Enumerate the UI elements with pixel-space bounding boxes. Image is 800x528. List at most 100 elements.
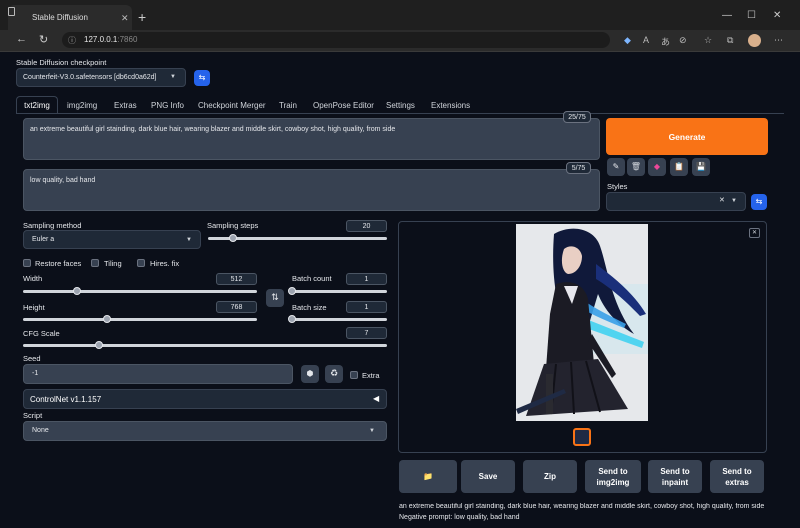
batch-size-slider[interactable] xyxy=(292,318,387,321)
collapse-icon[interactable]: ◀ xyxy=(373,394,379,403)
reload-button[interactable]: ↻ xyxy=(39,33,48,46)
tracking-icon[interactable]: ⊘ xyxy=(679,35,687,46)
tab-title: Stable Diffusion xyxy=(32,13,88,22)
height-slider[interactable] xyxy=(23,318,257,321)
tab-img2img[interactable]: img2img xyxy=(67,101,97,110)
prompt-input[interactable]: an extreme beautiful girl stainding, dar… xyxy=(23,118,600,160)
checkpoint-value: Counterfeit-V3.0.safetensors [db6cd0a62d… xyxy=(23,74,157,81)
close-preview-icon[interactable]: ✕ xyxy=(749,228,760,238)
sampling-method-value: Euler a xyxy=(32,236,55,243)
tab-checkpoint-merger[interactable]: Checkpoint Merger xyxy=(198,101,266,110)
batch-count-slider[interactable] xyxy=(292,290,387,293)
hires-fix-checkbox[interactable] xyxy=(137,259,145,267)
gallery-thumbnail[interactable] xyxy=(573,428,591,446)
send-to-inpaint-button[interactable]: Send to inpaint xyxy=(648,460,702,493)
tab-extensions[interactable]: Extensions xyxy=(431,101,470,110)
negative-token-counter: 5/75 xyxy=(566,162,591,174)
generated-image[interactable] xyxy=(516,224,648,421)
open-folder-button[interactable]: 📁 xyxy=(399,460,457,493)
maximize-button[interactable]: ☐ xyxy=(747,10,756,21)
refresh-checkpoint-button[interactable]: ⇆ xyxy=(194,70,210,86)
width-slider[interactable] xyxy=(23,290,257,293)
url-bar[interactable]: 127.0.0.1:7860 xyxy=(62,32,610,48)
refresh-styles-button[interactable]: ⇆ xyxy=(751,194,767,210)
favorites-icon[interactable]: ☆ xyxy=(704,35,712,46)
height-input[interactable]: 768 xyxy=(216,301,257,313)
generation-info-negative: Negative prompt: low quality, bad hand xyxy=(399,514,520,521)
close-window-button[interactable]: ✕ xyxy=(773,10,781,21)
zip-button[interactable]: Zip xyxy=(523,460,577,493)
send-to-img2img-button[interactable]: Send to img2img xyxy=(585,460,641,493)
tab-train[interactable]: Train xyxy=(279,101,297,110)
send-to-extras-button[interactable]: Send to extras xyxy=(710,460,764,493)
batch-count-input[interactable]: 1 xyxy=(346,273,387,285)
tab-extras[interactable]: Extras xyxy=(114,101,137,110)
chevron-down-icon: ▼ xyxy=(731,198,737,204)
controlnet-label: ControlNet v1.1.157 xyxy=(30,395,102,404)
width-label: Width xyxy=(23,274,43,283)
negative-prompt-input[interactable]: low quality, bad hand xyxy=(23,169,600,211)
tabs-divider xyxy=(16,113,784,114)
height-label: Height xyxy=(23,303,45,312)
browser-tab[interactable]: Stable Diffusion xyxy=(8,5,132,30)
back-button[interactable]: ← xyxy=(16,33,27,45)
checkpoint-label: Stable Diffusion checkpoint xyxy=(16,58,107,67)
translate-icon[interactable]: あ xyxy=(661,35,670,48)
tab-settings[interactable]: Settings xyxy=(386,101,415,110)
chevron-down-icon: ▼ xyxy=(186,237,192,243)
more-icon[interactable]: ⋯ xyxy=(774,35,783,46)
dice-icon[interactable]: ⬢ xyxy=(301,365,319,383)
tab-txt2img[interactable]: txt2img xyxy=(16,96,58,114)
url-host: 127.0.0.1 xyxy=(84,35,118,44)
seed-input[interactable]: -1 xyxy=(23,364,293,384)
extra-networks-icon[interactable]: ◆ xyxy=(648,158,666,176)
tab-close-icon[interactable]: ✕ xyxy=(121,13,129,24)
clipboard-icon[interactable]: 📋 xyxy=(670,158,688,176)
collections-icon[interactable]: ⧉ xyxy=(727,35,733,46)
checkpoint-select[interactable]: Counterfeit-V3.0.safetensors [db6cd0a62d… xyxy=(16,68,186,87)
extension-icon[interactable]: ◆ xyxy=(624,35,631,46)
height-handle[interactable] xyxy=(103,315,112,323)
cfg-scale-input[interactable]: 7 xyxy=(346,327,387,339)
avatar[interactable] xyxy=(748,34,761,47)
cfg-scale-slider[interactable] xyxy=(23,344,387,347)
trash-icon[interactable]: 🗑 xyxy=(627,158,645,176)
site-info-icon[interactable]: ⓘ xyxy=(68,35,76,46)
sampling-steps-label: Sampling steps xyxy=(207,221,259,230)
cfg-scale-label: CFG Scale xyxy=(23,329,60,338)
batch-size-input[interactable]: 1 xyxy=(346,301,387,313)
generate-button[interactable]: Generate xyxy=(606,118,768,155)
prompt-text: an extreme beautiful girl stainding, dar… xyxy=(30,126,396,133)
width-handle[interactable] xyxy=(72,287,81,295)
sampling-method-select[interactable]: Euler a xyxy=(23,230,201,249)
restore-faces-checkbox[interactable] xyxy=(23,259,31,267)
tiling-checkbox[interactable] xyxy=(91,259,99,267)
negative-prompt-text: low quality, bad hand xyxy=(30,177,96,184)
cfg-scale-handle[interactable] xyxy=(95,341,104,349)
pencil-icon[interactable]: ✎ xyxy=(607,158,625,176)
sampling-steps-input[interactable]: 20 xyxy=(346,220,387,232)
script-select[interactable]: None xyxy=(23,421,387,441)
clear-styles-icon[interactable]: ✕ xyxy=(719,196,725,204)
tab-openpose-editor[interactable]: OpenPose Editor xyxy=(313,101,374,110)
script-label: Script xyxy=(23,411,43,420)
sampling-steps-handle[interactable] xyxy=(229,234,238,242)
extra-seed-checkbox[interactable] xyxy=(350,371,358,379)
tab-png-info[interactable]: PNG Info xyxy=(151,101,184,110)
read-aloud-icon[interactable]: A xyxy=(643,35,649,45)
styles-label: Styles xyxy=(607,182,628,191)
batch-count-handle[interactable] xyxy=(288,287,296,295)
save-style-icon[interactable]: 💾 xyxy=(692,158,710,176)
seed-value: -1 xyxy=(32,370,39,377)
script-value: None xyxy=(32,427,49,434)
width-input[interactable]: 512 xyxy=(216,273,257,285)
extra-seed-label: Extra xyxy=(362,371,380,380)
styles-select[interactable] xyxy=(606,192,746,211)
prompt-token-counter: 25/75 xyxy=(563,111,591,123)
minimize-button[interactable]: — xyxy=(722,10,732,21)
save-button[interactable]: Save xyxy=(461,460,515,493)
swap-dimensions-button[interactable]: ⇅ xyxy=(266,289,284,307)
new-tab-button[interactable]: + xyxy=(138,10,146,24)
recycle-icon[interactable]: ♻ xyxy=(325,365,343,383)
batch-size-handle[interactable] xyxy=(288,315,296,323)
